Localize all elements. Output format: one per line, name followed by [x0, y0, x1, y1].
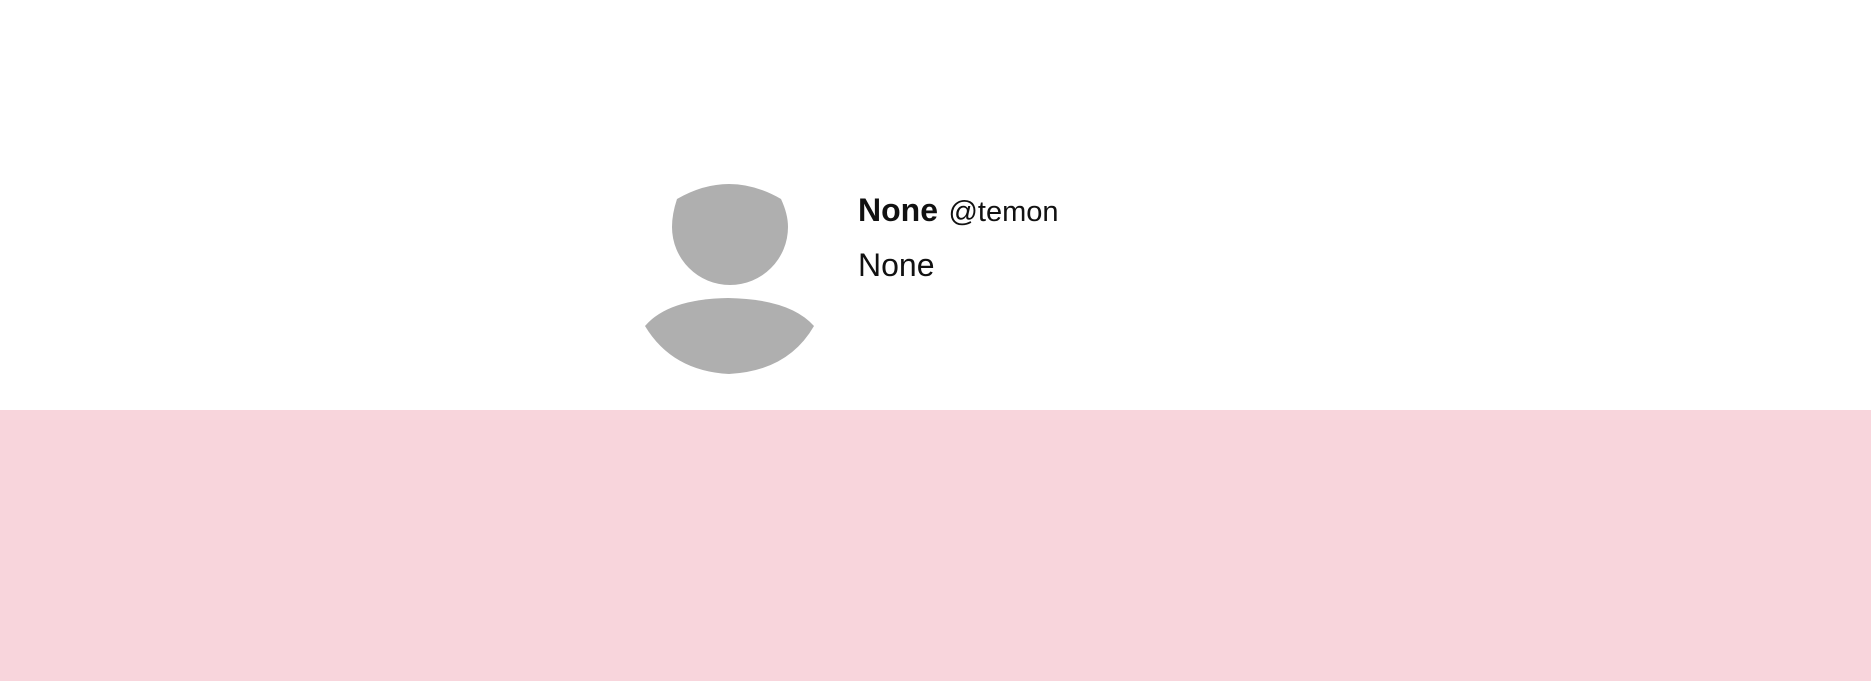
content-area: [0, 410, 1871, 681]
profile-header: None @temon None: [0, 0, 1871, 410]
default-user-avatar-icon: [645, 184, 814, 374]
profile-text: None @temon None: [858, 190, 1059, 287]
profile-bio: None: [858, 247, 935, 283]
display-name: None: [858, 192, 938, 228]
profile-page: None @temon None: [0, 0, 1871, 681]
name-line: None @temon: [858, 190, 1059, 237]
user-handle: @temon: [948, 196, 1059, 228]
avatar-body-shape: [645, 298, 814, 374]
avatar-head-shape: [672, 184, 788, 286]
avatar[interactable]: [640, 181, 820, 381]
